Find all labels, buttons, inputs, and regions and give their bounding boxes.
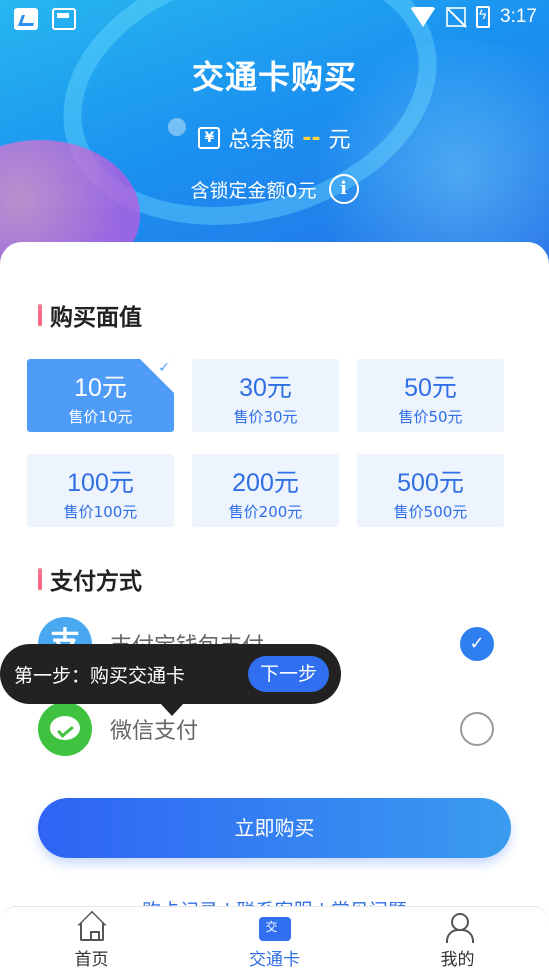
denomination-option-100[interactable]: 100元 售价100元 [27, 454, 174, 527]
buy-now-button[interactable]: 立即购买 [38, 798, 511, 858]
page-title: 交通卡购买 [191, 58, 357, 96]
payment-method-wechat[interactable]: 微信支付 [38, 702, 498, 756]
denomination-grid: ✓ 10元 售价10元 30元 售价30元 50元 售价50元 100元 售价1… [27, 359, 504, 527]
balance-unit: 元 [328, 128, 351, 153]
tab-label: 我的 [440, 950, 475, 970]
wallet-icon: ¥ [198, 127, 221, 149]
option-price: 售价30元 [233, 408, 298, 426]
section-title-text: 购买面值 [50, 305, 142, 331]
section-marker [38, 568, 42, 590]
tab-mine[interactable]: 我的 [366, 907, 549, 976]
option-price: 售价200元 [228, 503, 303, 521]
balance-value: -- [302, 125, 321, 151]
notification-app-icon [14, 8, 38, 30]
tooltip-arrow [160, 703, 184, 716]
check-icon: ✓ [158, 360, 170, 376]
info-icon[interactable]: i [328, 174, 359, 204]
option-price: 售价500元 [393, 503, 468, 521]
locked-amount-text: 含锁定金额0元 [190, 179, 317, 202]
transit-card-icon [258, 917, 291, 941]
tab-label: 交通卡 [249, 950, 300, 970]
payment-method-label: 微信支付 [110, 719, 199, 744]
option-value: 30元 [239, 374, 292, 402]
section-marker [38, 304, 42, 326]
denomination-option-500[interactable]: 500元 售价500元 [357, 454, 504, 527]
section-title-denomination: 购买面值 [38, 298, 142, 332]
tab-home[interactable]: 首页 [0, 907, 183, 976]
status-bar: 3:17 [0, 0, 549, 40]
option-value: 200元 [232, 469, 299, 497]
guide-tooltip: 第一步：购买交通卡 下一步 [0, 644, 341, 716]
denomination-option-30[interactable]: 30元 售价30元 [192, 359, 339, 432]
option-value: 50元 [404, 374, 457, 402]
notification-screen-icon [52, 8, 76, 30]
guide-tooltip-text: 第一步：购买交通卡 [14, 664, 186, 687]
locked-amount: 含锁定金额0元 i [0, 174, 549, 204]
option-value: 500元 [397, 469, 464, 497]
section-title-payment: 支付方式 [38, 562, 142, 596]
tab-label: 首页 [74, 950, 109, 970]
denomination-option-200[interactable]: 200元 售价200元 [192, 454, 339, 527]
wifi-icon [410, 7, 437, 27]
home-icon [79, 923, 104, 941]
radio-unchecked-icon[interactable] [460, 712, 494, 746]
user-icon [444, 913, 474, 943]
denomination-option-50[interactable]: 50元 售价50元 [357, 359, 504, 432]
option-value: 100元 [67, 469, 134, 497]
option-price: 售价100元 [63, 503, 138, 521]
radio-checked-icon[interactable]: ✓ [460, 627, 494, 661]
section-title-text: 支付方式 [50, 569, 142, 595]
battery-charging-icon [476, 6, 491, 28]
status-time: 3:17 [500, 6, 537, 27]
wechat-pay-icon [38, 702, 92, 756]
balance-summary: ¥ 总余额 -- 元 [0, 122, 549, 154]
balance-label: 总余额 [228, 128, 295, 153]
option-price: 售价50元 [398, 408, 463, 426]
denomination-option-10[interactable]: ✓ 10元 售价10元 [27, 359, 174, 432]
option-price: 售价10元 [68, 408, 133, 426]
tab-transit-card[interactable]: 交通卡 [183, 907, 366, 976]
bottom-tab-bar: 首页 交通卡 我的 [0, 906, 549, 976]
no-signal-icon [446, 7, 467, 27]
next-step-button[interactable]: 下一步 [247, 656, 329, 692]
option-value: 10元 [74, 374, 127, 402]
